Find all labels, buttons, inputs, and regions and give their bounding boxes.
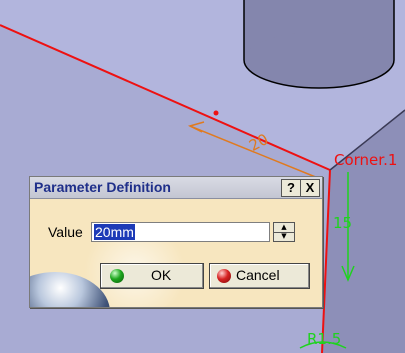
parameter-definition-dialog: Parameter Definition ? X Value 20mm ▲ ▼ …: [29, 176, 323, 308]
cancel-button-label: Cancel: [236, 267, 280, 283]
value-label: Value: [48, 224, 83, 240]
cancel-button[interactable]: Cancel: [209, 263, 310, 289]
dialog-title: Parameter Definition: [34, 179, 171, 195]
selection-point: [213, 110, 219, 116]
ok-button-label: OK: [151, 267, 172, 283]
close-icon: X: [305, 180, 315, 195]
radius-label[interactable]: R1.5: [307, 330, 341, 348]
ok-green-dot-icon: [110, 269, 124, 283]
dialog-titlebar[interactable]: Parameter Definition ? X: [30, 177, 322, 199]
close-button[interactable]: X: [300, 179, 320, 197]
value-spinner[interactable]: ▲ ▼: [273, 222, 295, 242]
value-text[interactable]: 20mm: [94, 224, 135, 240]
dimension-15-label[interactable]: 15: [333, 214, 352, 232]
spin-down-icon[interactable]: ▼: [274, 232, 294, 241]
cancel-red-dot-icon: [217, 269, 231, 283]
help-icon: ?: [287, 180, 295, 195]
ok-button[interactable]: OK: [100, 263, 204, 289]
corner-label[interactable]: Corner.1: [334, 151, 397, 169]
help-button[interactable]: ?: [281, 179, 301, 197]
